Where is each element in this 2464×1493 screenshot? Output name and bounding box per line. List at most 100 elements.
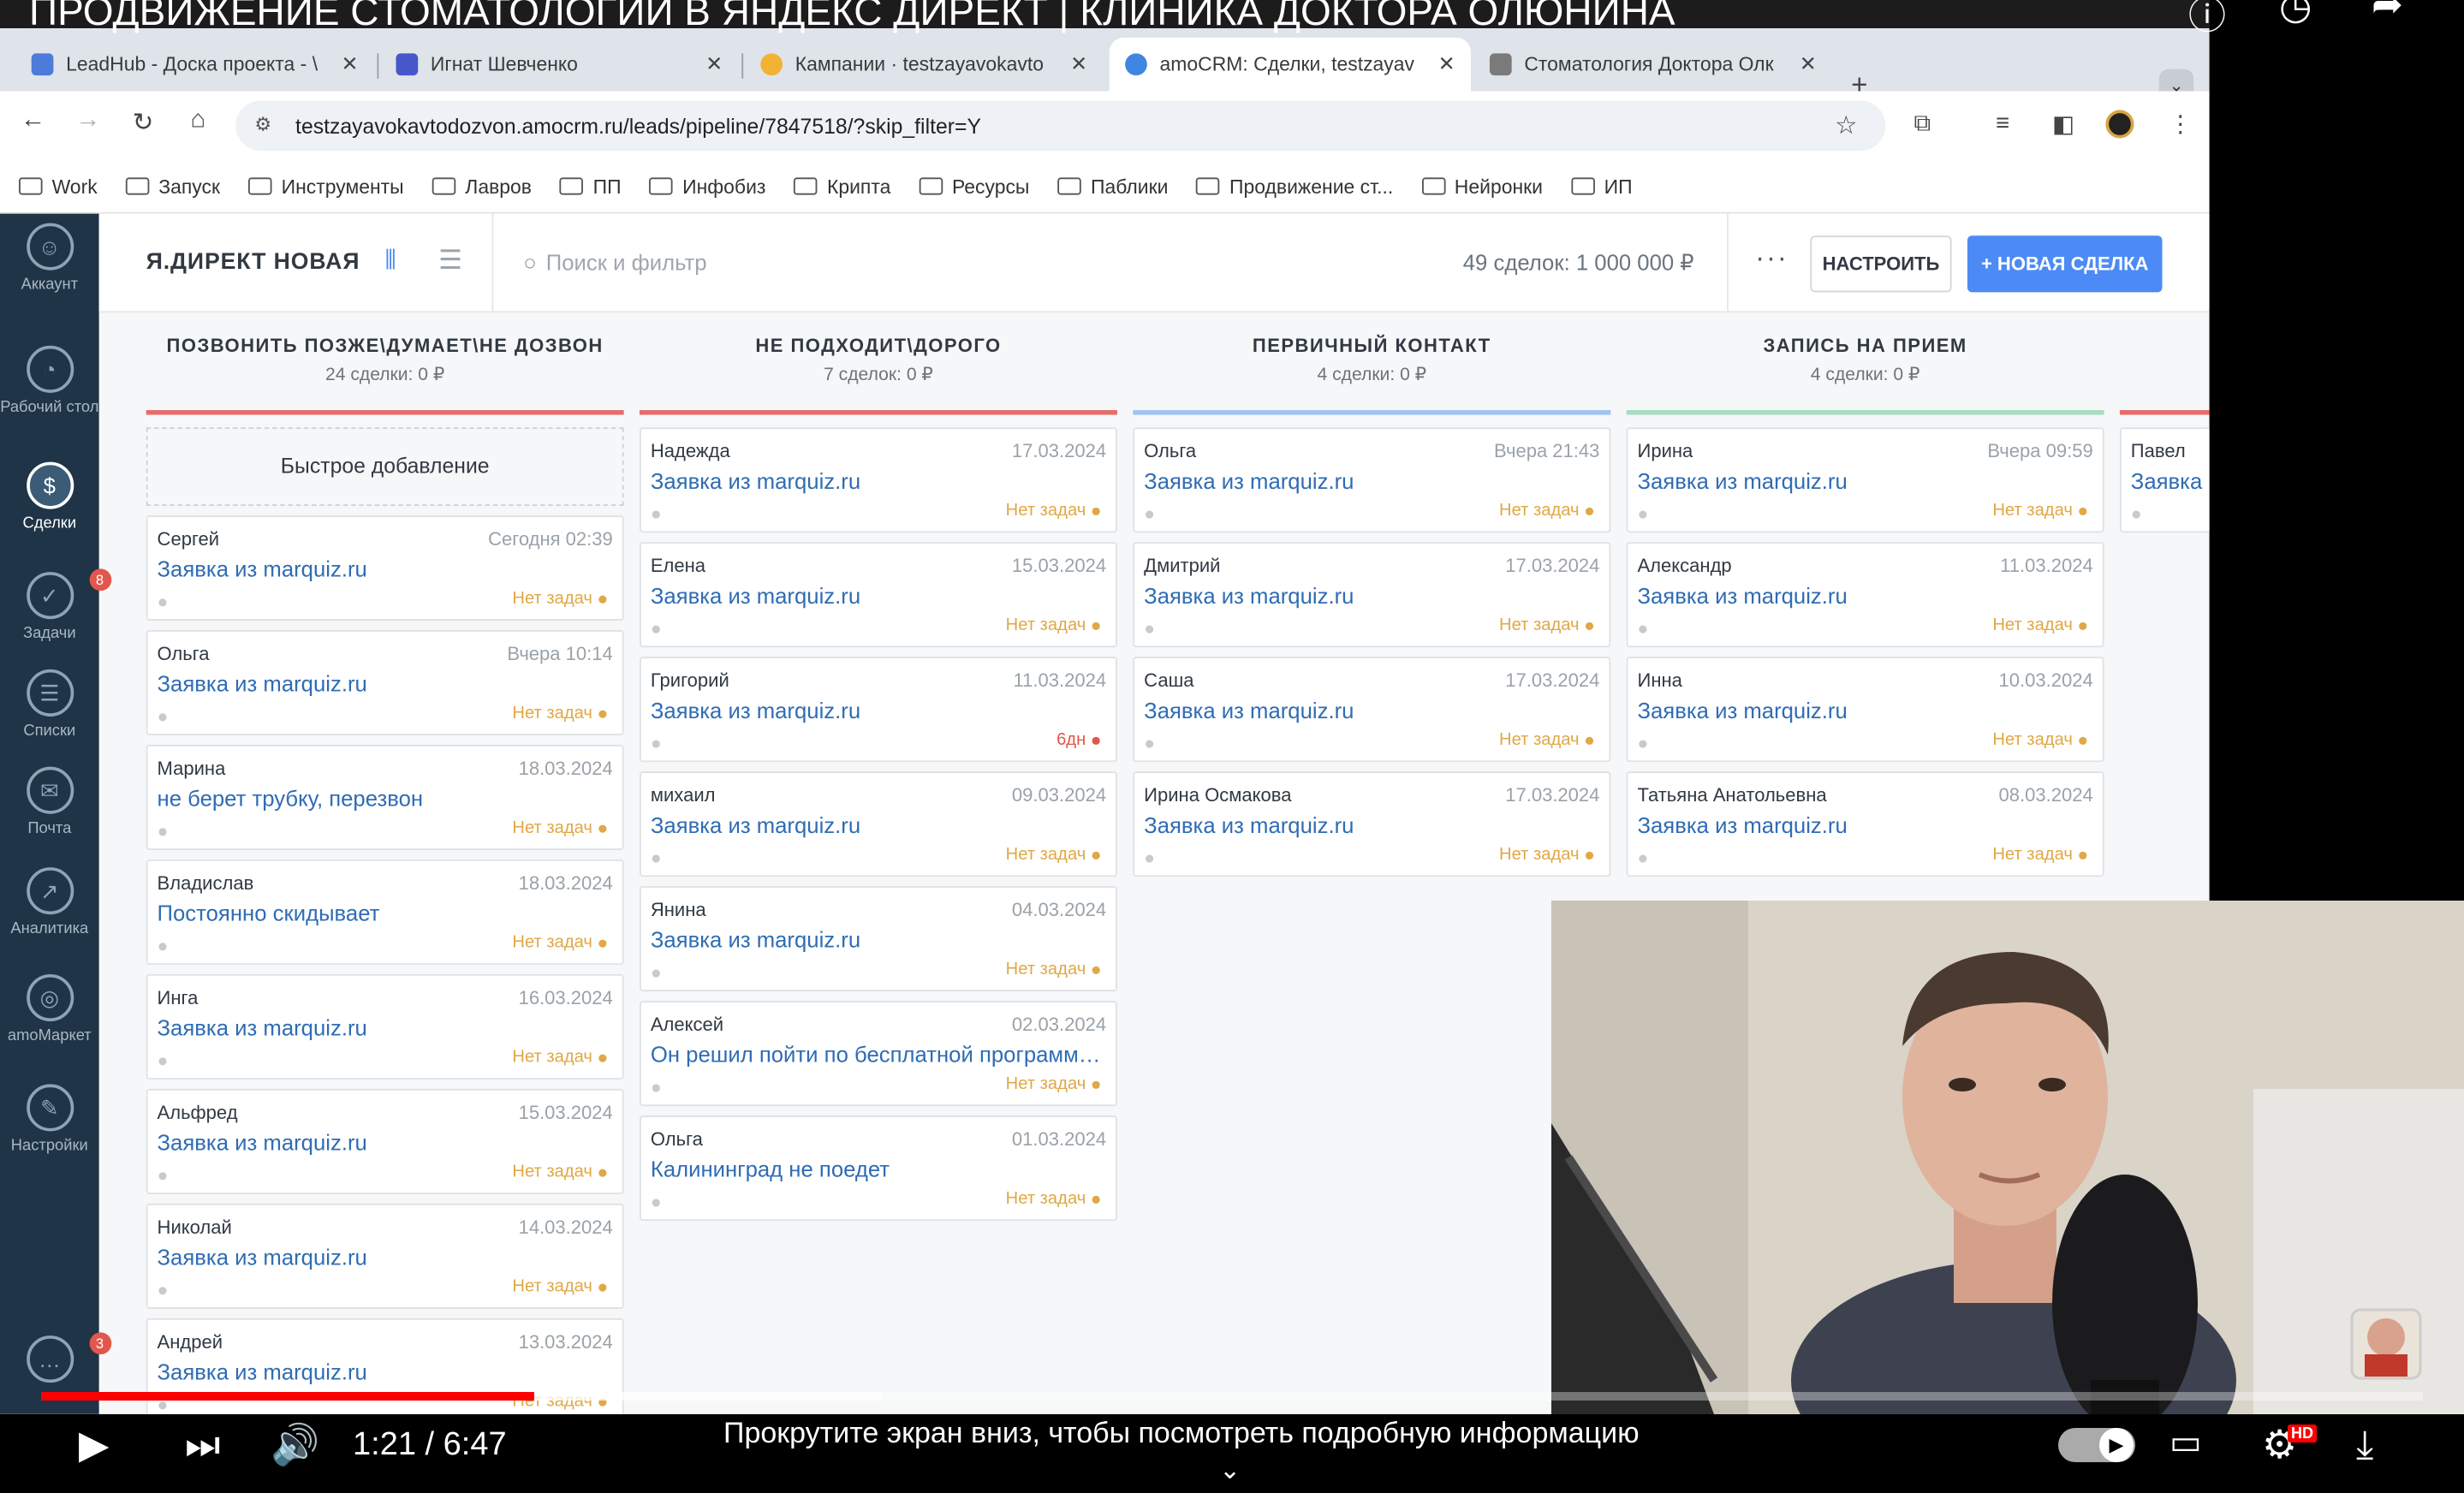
deal-card[interactable]: Татьяна Анатольевна 08.03.2024 Заявка из m… (1626, 771, 2104, 877)
deal-card[interactable]: Саша 17.03.2024 Заявка из marquiz.ru Нет за… (1133, 657, 1611, 763)
list-view-icon[interactable]: ☰ (438, 245, 462, 277)
sidebar-item-6[interactable]: ↗ Аналитика (0, 867, 99, 938)
contact-name[interactable]: Инга (158, 987, 199, 1009)
new-deal-button[interactable]: + НОВАЯ СДЕЛКА (1967, 235, 2163, 293)
tab-stomatology[interactable]: Стоматология Доктора Олк ✕ (1474, 38, 1832, 91)
deal-title[interactable]: Он решил пойти по бесплатной программе .… (651, 1042, 1106, 1067)
search-input[interactable]: ○ Поиск и фильтр (523, 250, 706, 275)
bookmark-9[interactable]: Продвижение ст... (1196, 175, 1393, 197)
bookmark-7[interactable]: Ресурсы (919, 175, 1029, 197)
profile-avatar[interactable] (2105, 110, 2134, 139)
deal-title[interactable]: Заявка из marquiz.ru (1144, 583, 1599, 608)
contact-name[interactable]: Саша (1144, 669, 1193, 692)
deal-card[interactable]: Ольга 01.03.2024 Калининград не поедет Нет … (640, 1115, 1117, 1222)
chat-button[interactable]: … 3 (0, 1332, 111, 1389)
clock-icon[interactable]: ◷ (2279, 0, 2312, 28)
bookmark-3[interactable]: Лавров (431, 175, 532, 197)
bookmark-4[interactable]: ПП (560, 175, 622, 197)
contact-name[interactable]: Дмитрий (1144, 555, 1220, 577)
deal-title[interactable]: Заявка из marquiz.ru (1144, 698, 1599, 723)
deal-title[interactable]: Заявка из marquiz.ru (651, 583, 1106, 608)
deal-card[interactable]: Ольга Вчера 10:14 Заявка из marquiz.ru Нет … (146, 629, 624, 735)
contact-name[interactable]: Сергей (158, 528, 220, 550)
deal-title[interactable]: Заявка из marquiz.ru (1637, 812, 2092, 837)
deal-title[interactable]: Заявка из marquiz.ru (158, 1359, 613, 1384)
deal-card[interactable]: михаил 09.03.2024 Заявка из marquiz.ru Нет … (640, 771, 1117, 877)
bookmark-star-icon[interactable]: ☆ (1835, 110, 1857, 141)
contact-name[interactable]: Ольга (158, 643, 210, 665)
deal-title[interactable]: Заявка из marquiz.ru (1637, 468, 2092, 493)
sidebar-item-4[interactable]: ☰ Списки (0, 669, 99, 740)
bookmark-0[interactable]: Work (19, 175, 98, 197)
tab-amocrm[interactable]: amoCRM: Сделки, testzayav ✕ (1109, 38, 1471, 92)
settings-icon[interactable]: ⚙ HD (2262, 1421, 2317, 1467)
deal-title[interactable]: Калининград не поедет (651, 1157, 1106, 1181)
deal-title[interactable]: Заявка из marquiz.ru (158, 1245, 613, 1270)
deal-card[interactable]: Инга 16.03.2024 Заявка из marquiz.ru Нет за… (146, 973, 624, 1080)
deal-card[interactable]: Ирина Вчера 09:59 Заявка из marquiz.ru Нет … (1626, 427, 2104, 533)
deal-card[interactable]: Ольга Вчера 21:43 Заявка из marquiz.ru Нет … (1133, 427, 1611, 533)
home-icon[interactable]: ⌂ (181, 107, 215, 135)
deal-title[interactable]: Заявка из marquiz.ru (158, 556, 613, 581)
contact-name[interactable]: михаил (651, 784, 716, 806)
deal-title[interactable]: Заявка из marquiz.ru (1144, 812, 1599, 837)
contact-name[interactable]: Татьяна Анатольевна (1637, 784, 1826, 806)
deal-title[interactable]: Заявка из marquiz.ru (651, 468, 1106, 493)
bookmark-2[interactable]: Инструменты (248, 175, 404, 197)
sidebar-item-0[interactable]: ☺ Аккаунт (0, 223, 99, 294)
tab-leadhub[interactable]: LeadHub - Доска проекта - \ ✕ (15, 38, 373, 91)
deal-card[interactable]: Инна 10.03.2024 Заявка из marquiz.ru Нет за… (1626, 657, 2104, 763)
column-header[interactable]: ПОЗВОНИТЬ ПОЗЖЕ\ДУМАЕТ\НЕ ДОЗВОН 24 сделк… (146, 312, 624, 410)
close-tab-icon[interactable]: ✕ (341, 52, 358, 77)
column-header[interactable] (2120, 312, 2210, 410)
contact-name[interactable]: Надежда (651, 440, 730, 462)
deal-card[interactable]: Альфред 15.03.2024 Заявка из marquiz.ru Нет… (146, 1088, 624, 1194)
sidebar-item-2[interactable]: $ Сделки (0, 461, 99, 532)
contact-name[interactable]: Александр (1637, 555, 1731, 577)
contact-name[interactable]: Андрей (158, 1331, 223, 1353)
contact-name[interactable]: Марина (158, 758, 226, 780)
pipeline-title[interactable]: Я.ДИРЕКТ НОВАЯ (146, 250, 360, 275)
deal-title[interactable]: Заявка из marquiz.ru (651, 698, 1106, 723)
bookmark-6[interactable]: Крипта (794, 175, 890, 197)
setup-button[interactable]: НАСТРОИТЬ (1810, 235, 1952, 293)
deal-title[interactable]: Заявка из marquiz.ru (1637, 698, 2092, 723)
tab-ignat[interactable]: Игнат Шевченко ✕ (380, 38, 738, 91)
bookmark-10[interactable]: Нейронки (1421, 175, 1543, 197)
bookmark-1[interactable]: Запуск (125, 175, 220, 197)
close-tab-icon[interactable]: ✕ (705, 52, 723, 77)
kanban-view-icon[interactable]: ⫴ (385, 245, 396, 277)
deal-card[interactable]: Марина 18.03.2024 не берет трубку, перезво… (146, 744, 624, 850)
contact-name[interactable]: Ольга (651, 1128, 703, 1151)
video-title[interactable]: ПРОДВИЖЕНИЕ СТОМАТОЛОГИИ В ЯНДЕКС ДИРЕКТ… (29, 0, 1675, 34)
play-icon[interactable]: ▶ (79, 1421, 109, 1467)
deal-card[interactable]: Дмитрий 17.03.2024 Заявка из marquiz.ru Нет… (1133, 542, 1611, 648)
contact-name[interactable]: Павел (2131, 440, 2186, 462)
deal-title[interactable]: Заявка из marquiz.ru (1637, 583, 2092, 608)
autoplay-toggle-icon[interactable]: ▶ (2058, 1428, 2135, 1462)
column-header[interactable]: ЗАПИСЬ НА ПРИЕМ 4 сделки: 0 ₽ (1627, 312, 2104, 410)
deal-card[interactable]: Александр 11.03.2024 Заявка из marquiz.ru Н… (1626, 542, 2104, 648)
deal-card[interactable]: Надежда 17.03.2024 Заявка из marquiz.ru Нет… (640, 427, 1117, 533)
back-icon[interactable]: ← (15, 107, 50, 135)
sidebar-item-3[interactable]: ✓ 8 Задачи (0, 568, 111, 643)
deal-title[interactable]: Заявка из marquiz.ru (158, 1130, 613, 1155)
column-header[interactable]: ПЕРВИЧНЫЙ КОНТАКТ 4 сделки: 0 ₽ (1133, 312, 1610, 410)
deal-title[interactable]: Заявка из marquiz.ru (651, 812, 1106, 837)
contact-name[interactable]: Ольга (1144, 440, 1196, 462)
progress-bar[interactable] (41, 1392, 2423, 1401)
deal-title[interactable]: Постоянно скидывает (158, 901, 613, 925)
volume-icon[interactable]: 🔊 (271, 1421, 319, 1468)
deal-title[interactable]: Заявка (2131, 468, 2210, 493)
deal-title[interactable]: Заявка из marquiz.ru (158, 1015, 613, 1040)
contact-name[interactable]: Николай (158, 1216, 232, 1239)
close-tab-icon[interactable]: ✕ (1438, 52, 1455, 77)
extensions-icon[interactable]: ⧉ (1914, 110, 1931, 136)
deal-title[interactable]: не берет трубку, перезвон (158, 786, 613, 811)
bookmark-5[interactable]: Инфобиз (649, 175, 765, 197)
site-settings-icon[interactable]: ⚙ (254, 113, 279, 138)
forward-icon[interactable]: → (71, 107, 105, 135)
scroll-hint[interactable]: Прокрутите экран вниз, чтобы посмотреть … (723, 1417, 1640, 1450)
deal-title[interactable]: Заявка из marquiz.ru (1144, 468, 1599, 493)
contact-name[interactable]: Янина (651, 899, 706, 921)
